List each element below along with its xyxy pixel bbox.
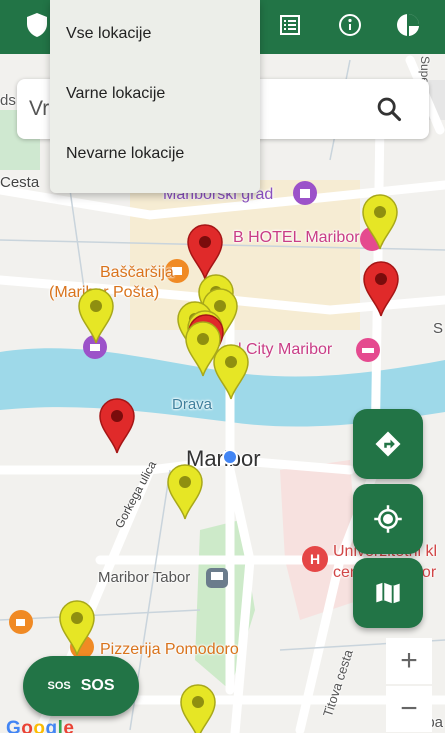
train-station-icon (206, 568, 228, 588)
safe-location-pin[interactable] (57, 598, 97, 656)
directions-button[interactable] (353, 409, 423, 479)
map-label-bascarsija: Baščaršija (100, 264, 174, 281)
sos-icon: SOS (47, 680, 71, 692)
map-label-hotel-b: B HOTEL Maribor (233, 229, 360, 246)
castle-poi-icon (293, 181, 317, 205)
map-label-edge-s: S (433, 320, 444, 337)
hospital-poi-icon: H (302, 546, 328, 572)
sos-label: SOS (80, 677, 115, 694)
directions-icon (375, 431, 401, 457)
my-location-button[interactable] (353, 484, 423, 554)
google-logo: Google (6, 718, 75, 733)
map-label-drava: Drava (172, 396, 213, 413)
safe-location-pin[interactable] (211, 342, 251, 400)
menu-item-safe-locations[interactable]: Varne lokacije (50, 64, 260, 124)
map-label-tabor: Maribor Tabor (98, 569, 191, 586)
zoom-out-label: − (400, 692, 418, 725)
safe-location-pin[interactable] (360, 192, 400, 250)
my-location-icon (374, 505, 402, 533)
zoom-in-label: + (400, 644, 418, 677)
safe-location-pin[interactable] (178, 682, 218, 733)
menu-item-unsafe-locations[interactable]: Nevarne lokacije (50, 124, 260, 184)
map-label-city-hotel: l City Maribor (238, 341, 333, 358)
sos-button[interactable]: SOS SOS (23, 656, 139, 716)
safe-location-pin[interactable] (165, 462, 205, 520)
cafe-poi-icon (9, 610, 33, 634)
pie-chart-icon[interactable] (389, 6, 427, 44)
unsafe-location-pin[interactable] (361, 259, 401, 317)
map-icon (376, 582, 400, 604)
search-icon[interactable] (375, 95, 403, 123)
search-input[interactable]: Vr (29, 97, 49, 121)
unsafe-location-pin[interactable] (97, 396, 137, 454)
svg-text:H: H (310, 551, 320, 567)
location-filter-menu: Vse lokacije Varne lokacije Nevarne loka… (50, 0, 260, 193)
zoom-in-button[interactable]: + (386, 638, 432, 684)
current-location-dot (222, 449, 238, 465)
hotel-poi-icon (356, 338, 380, 362)
map-label-cesta: Cesta (0, 174, 40, 191)
map-layers-button[interactable] (353, 558, 423, 628)
list-icon[interactable] (271, 6, 309, 44)
map-label-pizzerija: Pizzerija Pomodoro (100, 641, 239, 658)
menu-item-all-locations[interactable]: Vse lokacije (50, 4, 260, 64)
safe-location-pin[interactable] (76, 286, 116, 344)
zoom-out-button[interactable]: − (386, 686, 432, 732)
info-icon[interactable] (331, 6, 369, 44)
map-label-ds: ds (0, 92, 16, 109)
